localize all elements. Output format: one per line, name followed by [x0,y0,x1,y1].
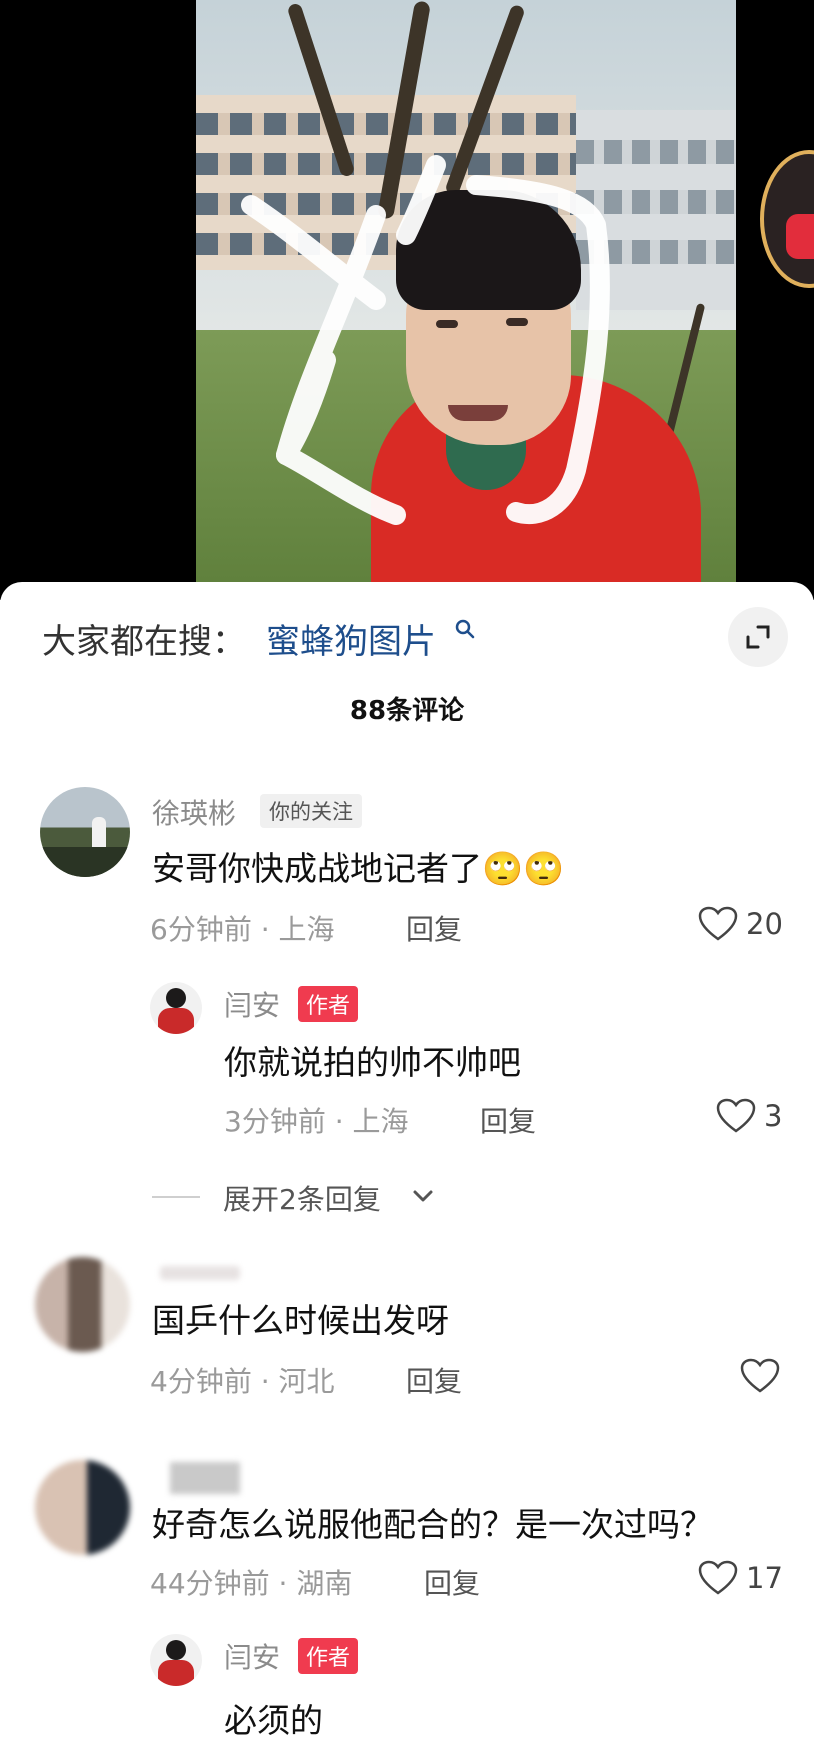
comment-text: 安哥你快成战地记者了🙄🙄 [152,849,565,888]
commenter-name[interactable]: 徐瑛彬 [152,792,236,832]
comment-meta: 4分钟前 · 河北 [150,1365,335,1398]
heart-icon [740,1358,780,1393]
comment-text: 好奇怎么说服他配合的？是一次过吗？ [152,1505,713,1544]
reply-button[interactable]: 回复 [424,1562,480,1602]
search-icon[interactable] [452,616,478,642]
commenter-name-redacted [160,1266,240,1280]
comment-text: 国乒什么时候出发呀 [152,1301,449,1340]
gift-icon [786,214,814,259]
like-count: 17 [746,1561,783,1595]
like-count: 20 [746,907,783,941]
trending-search-link[interactable]: 蜜蜂狗图片 [266,614,436,663]
reply-button[interactable]: 回复 [406,908,462,948]
comment-meta: 6分钟前 · 上海 [150,913,335,946]
comment-meta: 3分钟前 · 上海 [224,1105,409,1138]
avatar[interactable] [40,787,130,877]
commenter-name[interactable]: 闫安 [224,1636,280,1676]
heart-icon [716,1098,756,1133]
comment-count: 88条评论 [349,696,465,726]
avatar[interactable] [150,1634,202,1686]
avatar[interactable] [35,1257,130,1352]
author-tag: 作者 [298,1638,359,1674]
commenter-name-redacted [170,1462,240,1494]
doodle-character-gou [241,155,610,525]
avatar[interactable] [150,982,202,1034]
comment-text: 必须的 [224,1701,323,1740]
avatar[interactable] [35,1460,130,1555]
expand-panel-button[interactable] [728,607,788,667]
reply-button[interactable]: 回复 [480,1100,536,1140]
expand-icon [746,625,770,649]
comment-panel: 大家都在搜： 蜜蜂狗图片 88条评论 徐瑛彬 你的关注 安哥你快成战地记者了🙄🙄… [0,582,814,1747]
like-button[interactable]: 3 [716,1098,782,1134]
commenter-name[interactable]: 闫安 [224,984,280,1024]
heart-icon [698,906,738,941]
following-tag: 你的关注 [260,794,362,828]
trending-search-label: 大家都在搜： [42,622,246,662]
like-button[interactable]: 20 [698,906,783,942]
heart-icon [698,1560,738,1595]
live-gift-badge[interactable]: 1 [760,150,814,288]
expand-replies-button[interactable]: 展开2条回复 [223,1178,381,1218]
video-player[interactable]: 1 [0,0,814,600]
reply-button[interactable]: 回复 [406,1360,462,1400]
like-button[interactable] [740,1358,788,1394]
comment-text: 你就说拍的帅不帅吧 [224,1043,521,1082]
like-button[interactable]: 17 [698,1560,783,1596]
comment-meta: 44分钟前 · 湖南 [150,1567,353,1600]
chevron-down-icon[interactable] [412,1188,434,1204]
video-frame [196,0,736,600]
like-count: 3 [764,1099,783,1133]
author-tag: 作者 [298,986,359,1022]
divider [152,1196,200,1198]
